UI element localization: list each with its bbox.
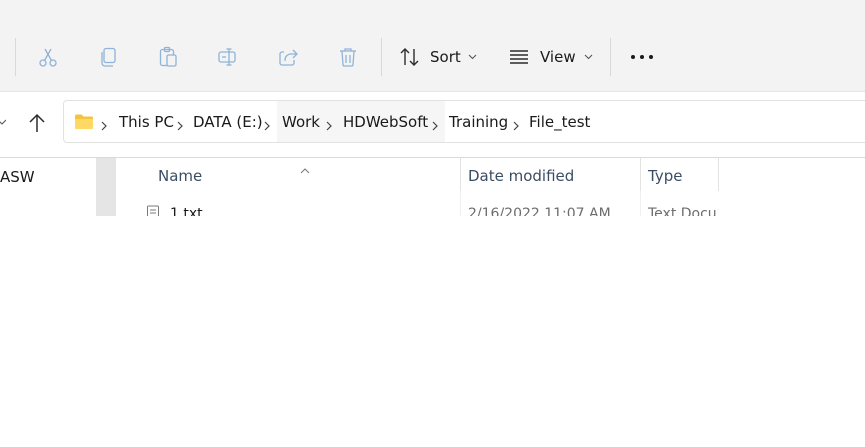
chevron-right-icon	[432, 116, 438, 135]
chevron-right-icon	[513, 116, 519, 135]
toolbar-separator	[610, 38, 611, 76]
share-button[interactable]	[272, 40, 304, 74]
sort-button[interactable]: Sort	[398, 40, 480, 74]
text-file-icon	[146, 205, 160, 216]
chevron-right-icon	[326, 116, 332, 135]
share-icon	[277, 46, 299, 68]
column-divider[interactable]	[718, 158, 719, 191]
cut-button[interactable]	[32, 40, 64, 74]
view-button[interactable]: View	[508, 40, 592, 74]
rename-button[interactable]	[212, 40, 244, 74]
sidebar-item-partial[interactable]: ASW	[0, 168, 35, 186]
column-header-date-modified[interactable]: Date modified	[468, 167, 574, 185]
file-name: 1.txt	[170, 206, 203, 216]
up-button[interactable]	[24, 110, 50, 136]
column-divider[interactable]	[640, 158, 641, 191]
toolbar-separator	[15, 38, 16, 76]
chevron-right-icon	[264, 116, 270, 135]
column-divider[interactable]	[460, 158, 461, 191]
view-label: View	[540, 48, 576, 66]
folder-icon	[74, 113, 94, 134]
breadcrumb-data-drive[interactable]: DATA (E:)	[193, 113, 263, 131]
chevron-down-icon	[0, 119, 6, 125]
breadcrumb-file-test[interactable]: File_test	[529, 113, 590, 131]
rename-icon	[217, 46, 239, 68]
file-type: Text Docu	[648, 206, 717, 216]
view-icon	[508, 48, 530, 66]
column-header-type[interactable]: Type	[648, 167, 682, 185]
sort-caret-icon	[300, 159, 310, 178]
breadcrumb-this-pc[interactable]: This PC	[119, 113, 174, 131]
recent-locations-button[interactable]	[0, 115, 8, 129]
paste-icon	[157, 46, 179, 68]
breadcrumb-training[interactable]: Training	[449, 113, 508, 131]
paste-button[interactable]	[152, 40, 184, 74]
chevron-right-icon	[177, 116, 183, 135]
copy-button[interactable]	[92, 40, 124, 74]
sort-icon	[398, 46, 422, 68]
breadcrumb-work[interactable]: Work	[282, 113, 320, 131]
sort-label: Sort	[430, 48, 461, 66]
copy-icon	[97, 46, 119, 68]
chevron-down-icon	[468, 54, 477, 60]
divider	[0, 157, 865, 158]
delete-button[interactable]	[332, 40, 364, 74]
cut-icon	[37, 46, 59, 68]
table-row[interactable]: 1.txt 2/16/2022 11:07 AM Text Docu	[140, 200, 720, 216]
more-icon	[630, 54, 654, 60]
chevron-down-icon	[584, 54, 593, 60]
breadcrumb-hdwebsoft[interactable]: HDWebSoft	[343, 113, 428, 131]
toolbar-separator	[381, 38, 382, 76]
file-date-modified: 2/16/2022 11:07 AM	[468, 206, 611, 216]
column-header-name[interactable]: Name	[158, 167, 202, 185]
nav-pane-scrollbar[interactable]	[96, 158, 116, 216]
delete-icon	[337, 46, 359, 68]
chevron-right-icon	[101, 116, 107, 135]
more-options-button[interactable]	[626, 40, 658, 74]
arrow-up-icon	[28, 113, 46, 133]
